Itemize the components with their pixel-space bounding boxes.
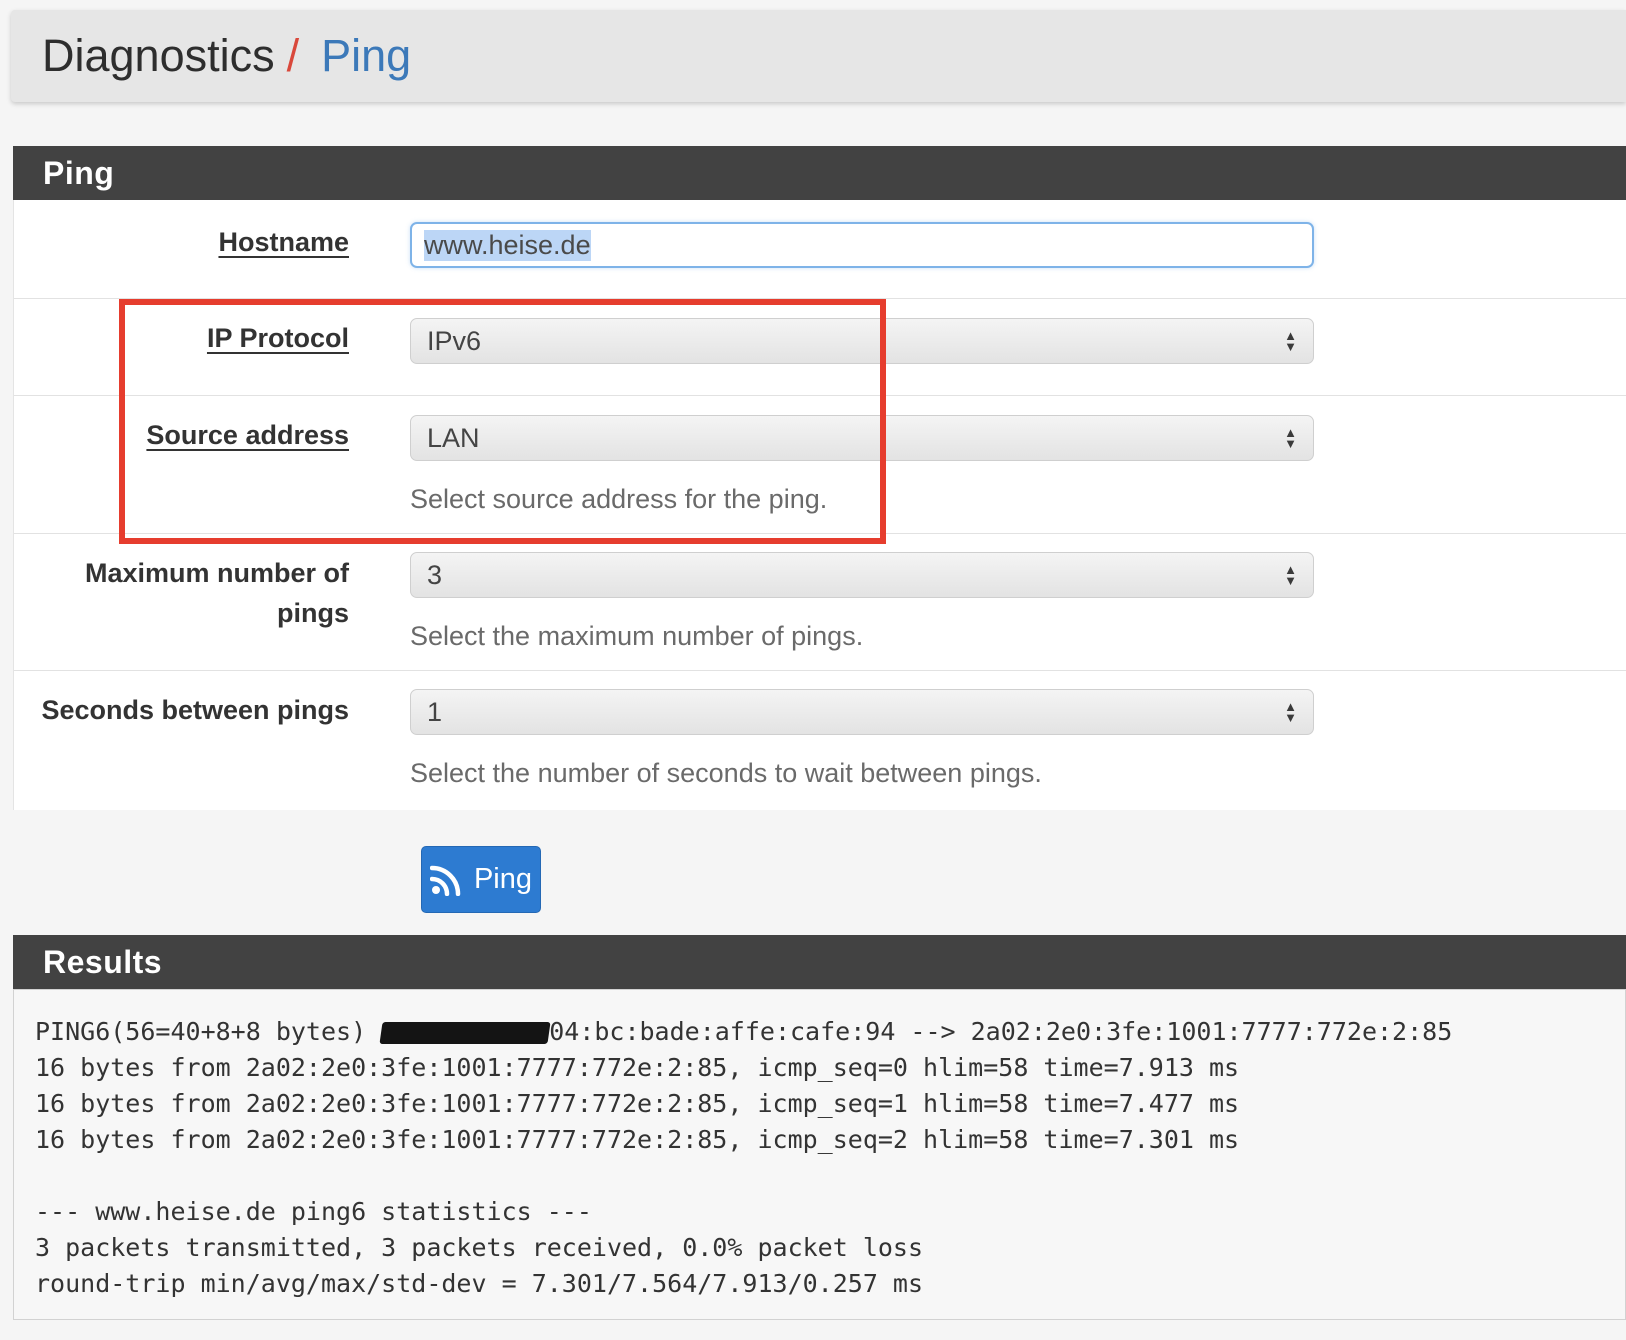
breadcrumb-section[interactable]: Diagnostics <box>42 30 275 82</box>
result-line <box>35 1158 1625 1194</box>
result-line-prefix: PING6(56=40+8+8 bytes) <box>35 1017 382 1046</box>
max-pings-selected: 3 <box>427 559 443 590</box>
max-pings-label-line2: pings <box>277 598 349 628</box>
source-address-help: Select source address for the ping. <box>410 484 828 514</box>
ping-button-label: Ping <box>473 863 533 895</box>
rss-icon <box>429 865 461 896</box>
breadcrumb-current[interactable]: Ping <box>321 30 411 82</box>
up-down-arrows-icon: ▲ ▼ <box>1284 699 1297 725</box>
ip-protocol-selected: IPv6 <box>427 325 482 356</box>
redacted-address <box>379 1022 551 1044</box>
row-divider <box>14 298 1626 299</box>
row-divider <box>14 395 1626 396</box>
result-line: 16 bytes from 2a02:2e0:3fe:1001:7777:772… <box>35 1089 1240 1118</box>
max-pings-select[interactable]: 3 ▲ ▼ <box>410 552 1314 598</box>
ip-protocol-label[interactable]: IP Protocol <box>207 318 349 358</box>
result-line: round-trip min/avg/max/std-dev = 7.301/7… <box>35 1269 924 1298</box>
results-panel-title: Results <box>43 943 163 980</box>
ping-button[interactable]: Ping <box>421 846 541 913</box>
result-line-suffix: 04:bc:bade:affe:cafe:94 --> 2a02:2e0:3fe… <box>549 1017 1453 1046</box>
ping-form: Hostname www.heise.de IP Protocol IPv6 ▲… <box>13 200 1626 810</box>
result-line: 16 bytes from 2a02:2e0:3fe:1001:7777:772… <box>35 1125 1240 1154</box>
results-output: PING6(56=40+8+8 bytes) 04:bc:bade:affe:c… <box>13 989 1626 1320</box>
seconds-between-select[interactable]: 1 ▲ ▼ <box>410 689 1314 735</box>
result-line: 3 packets transmitted, 3 packets receive… <box>35 1233 924 1262</box>
seconds-between-help: Select the number of seconds to wait bet… <box>410 758 1042 788</box>
source-address-label[interactable]: Source address <box>146 415 349 455</box>
max-pings-help: Select the maximum number of pings. <box>410 621 864 651</box>
up-down-arrows-icon: ▲ ▼ <box>1284 562 1297 588</box>
up-down-arrows-icon: ▲ ▼ <box>1284 328 1297 354</box>
ping-panel-heading: Ping <box>13 146 1626 200</box>
row-divider <box>14 670 1626 671</box>
source-address-selected: LAN <box>427 422 480 453</box>
ip-protocol-select[interactable]: IPv6 ▲ ▼ <box>410 318 1314 364</box>
result-line: 16 bytes from 2a02:2e0:3fe:1001:7777:772… <box>35 1053 1240 1082</box>
breadcrumb-separator: / <box>286 30 300 81</box>
seconds-between-selected: 1 <box>427 696 443 727</box>
max-pings-label-line1: Maximum number of <box>84 558 349 588</box>
result-line: PING6(56=40+8+8 bytes) 04:bc:bade:affe:c… <box>35 1014 1625 1050</box>
hostname-label[interactable]: Hostname <box>218 222 349 262</box>
result-line: --- www.heise.de ping6 statistics --- <box>35 1197 592 1226</box>
hostname-value: www.heise.de <box>424 229 591 261</box>
hostname-input[interactable]: www.heise.de <box>410 222 1314 268</box>
breadcrumb: Diagnostics / Ping <box>11 10 1626 102</box>
up-down-arrows-icon: ▲ ▼ <box>1284 425 1297 451</box>
seconds-between-label: Seconds between pings <box>41 695 349 725</box>
row-divider <box>14 533 1626 534</box>
ping-panel-title: Ping <box>43 154 115 191</box>
source-address-select[interactable]: LAN ▲ ▼ <box>410 415 1314 461</box>
results-panel-heading: Results <box>13 935 1626 989</box>
max-pings-label: Maximum number of pings <box>85 553 349 633</box>
